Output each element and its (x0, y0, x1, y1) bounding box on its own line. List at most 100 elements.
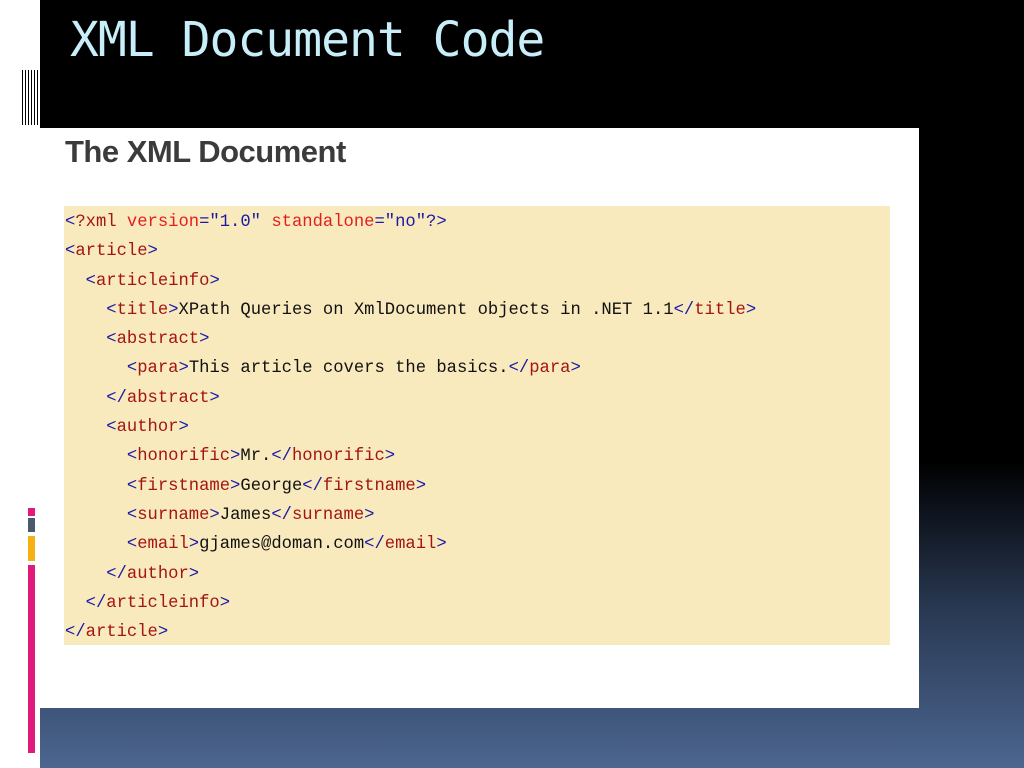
decorative-bars (20, 70, 40, 125)
code-line: </author> (64, 560, 890, 589)
code-token: Mr. (240, 447, 272, 467)
code-token: articleinfo (106, 593, 220, 613)
code-token: </ (106, 388, 127, 408)
code-line: <honorific>Mr.</honorific> (64, 442, 890, 471)
code-token: </ (65, 623, 86, 643)
code-token: </ (106, 564, 127, 584)
code-token: author (126, 564, 189, 584)
code-token: < (126, 359, 138, 379)
code-token: > (745, 300, 757, 320)
code-token: ?xml (75, 213, 127, 232)
code-token: < (106, 418, 117, 438)
code-token: abstract (126, 388, 210, 408)
code-line: <abstract> (64, 325, 890, 354)
code-token: > (230, 447, 241, 467)
code-token: > (209, 388, 220, 408)
code-token: < (65, 213, 76, 232)
code-token: </ (302, 476, 323, 496)
code-token: </ (271, 447, 292, 467)
code-token: firstname (137, 476, 231, 496)
code-token: > (209, 271, 220, 291)
code-line: <?xml version="1.0" standalone="no"?> (64, 208, 890, 237)
code-token: > (188, 564, 200, 584)
code-line: <surname>James</surname> (64, 501, 890, 530)
slide-title: XML Document Code (70, 12, 545, 68)
code-token: title (116, 300, 169, 320)
code-line: <articleinfo> (64, 267, 890, 296)
code-token: article (85, 623, 158, 643)
code-token: firstname (322, 476, 416, 496)
code-line: </abstract> (64, 384, 890, 413)
code-token: > (570, 359, 581, 379)
left-strip (0, 128, 40, 768)
code-token: article (75, 242, 148, 262)
code-token: ="no"?> (374, 213, 447, 232)
code-token: < (85, 271, 96, 291)
code-token: > (219, 593, 231, 613)
code-token: > (199, 330, 210, 350)
code-token: < (106, 300, 117, 320)
code-line: </article> (64, 618, 890, 647)
code-token: > (230, 476, 241, 496)
code-token: XPath Queries on XmlDocument objects in … (178, 300, 674, 320)
code-line: <email>gjames@doman.com</email> (64, 530, 890, 559)
code-token: < (106, 330, 117, 350)
code-token: email (137, 535, 189, 555)
accent-bar (28, 565, 35, 753)
code-token: > (188, 535, 200, 555)
code-token: standalone (271, 213, 375, 232)
code-token: < (126, 447, 138, 467)
code-line: <firstname>George</firstname> (64, 472, 890, 501)
code-token: </ (508, 359, 530, 379)
code-token: > (147, 242, 158, 262)
accent-bar (28, 508, 35, 516)
code-token: > (384, 447, 396, 467)
code-token: articleinfo (95, 271, 210, 291)
code-token: para (137, 359, 179, 379)
code-token: < (65, 242, 76, 262)
code-token: </ (271, 505, 292, 525)
code-token: abstract (116, 330, 200, 350)
code-token: author (116, 418, 179, 438)
code-token: </ (364, 535, 385, 555)
code-token: > (209, 505, 220, 525)
code-token: < (126, 535, 138, 555)
code-token: James (219, 505, 272, 525)
code-token: </ (85, 593, 107, 613)
content-image: The XML Document <?xml version="1.0" sta… (40, 128, 919, 708)
code-token: < (126, 505, 138, 525)
code-token: > (415, 476, 427, 496)
code-token: < (126, 476, 138, 496)
accent-bar (28, 536, 35, 561)
code-token: > (157, 623, 169, 643)
code-token: > (178, 359, 189, 379)
code-line: <author> (64, 413, 890, 442)
code-token: email (384, 535, 437, 555)
code-token: surname (137, 505, 210, 525)
code-token: > (178, 418, 189, 438)
code-line: <title>XPath Queries on XmlDocument obje… (64, 296, 890, 325)
code-token: > (168, 300, 179, 320)
code-token: version (126, 213, 200, 232)
code-token: surname (291, 505, 365, 525)
code-token: para (529, 359, 571, 379)
document-heading: The XML Document (65, 134, 346, 169)
code-line: <article> (64, 237, 890, 266)
xml-code-block: <?xml version="1.0" standalone="no"?> <ar… (64, 206, 890, 645)
code-token: </ (673, 300, 695, 320)
code-token: title (694, 300, 746, 320)
accent-bar (28, 518, 35, 532)
code-token: gjames@doman.com (199, 535, 365, 555)
code-token: George (240, 476, 303, 496)
code-line: <para>This article covers the basics.</p… (64, 354, 890, 383)
